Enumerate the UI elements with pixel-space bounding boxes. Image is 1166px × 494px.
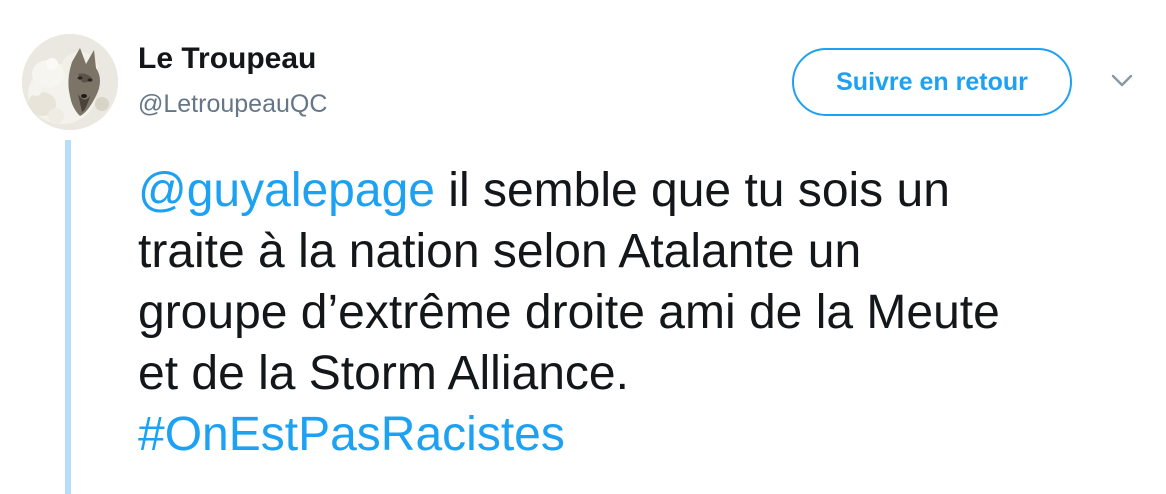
tweet-line-3: groupe d’extrême droite ami de la Meute [138, 286, 1000, 339]
tweet-line-1: @guyalepage il semble que tu sois un [138, 160, 1153, 221]
chevron-down-icon [1111, 74, 1133, 87]
tweet-card: Le Troupeau @LetroupeauQC Suivre en reto… [0, 0, 1166, 494]
screen-name[interactable]: @LetroupeauQC [138, 90, 327, 119]
avatar[interactable] [22, 34, 118, 130]
tweet-line-2: traite à la nation selon Atalante un [138, 225, 862, 278]
follow-back-button[interactable]: Suivre en retour [792, 48, 1072, 116]
tweet-menu-button[interactable] [1108, 66, 1136, 94]
tweet-line-1-text: il semble que tu sois un [434, 164, 950, 217]
tweet-text: @guyalepage il semble que tu sois un tra… [138, 160, 1153, 465]
thread-connector-line [65, 140, 71, 494]
tweet-line-4: et de la Storm Alliance. [138, 347, 629, 400]
tweet-line-5: #OnEstPasRacistes [138, 404, 1153, 465]
avatar-wolf-in-sheep-icon [22, 34, 118, 130]
display-name[interactable]: Le Troupeau [138, 42, 316, 76]
hashtag-link[interactable]: #OnEstPasRacistes [138, 408, 565, 461]
mention-link[interactable]: @guyalepage [138, 164, 435, 217]
